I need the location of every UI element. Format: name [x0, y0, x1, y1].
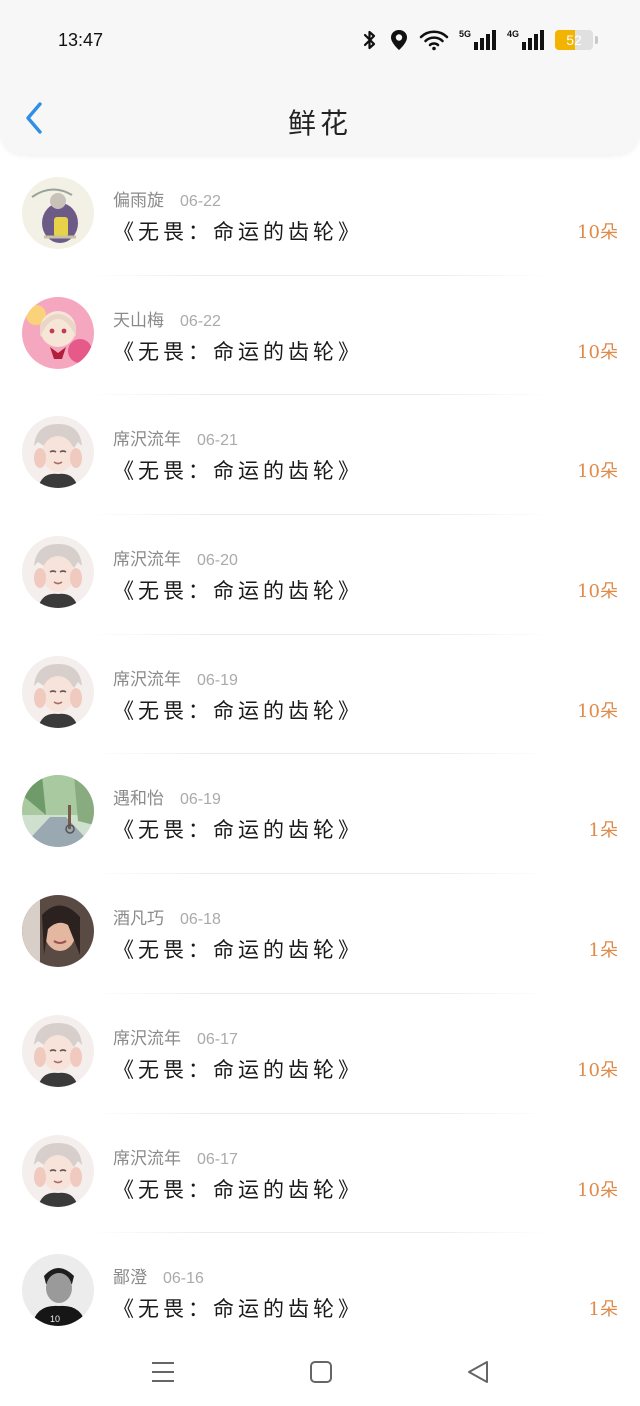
battery-level: 52 [566, 32, 582, 48]
user-name: 席沢流年 06-19 [113, 665, 238, 690]
flower-count: 10朵 [577, 581, 618, 603]
gift-date: 06-20 [197, 552, 238, 570]
avatar[interactable] [22, 895, 94, 968]
gift-title: 《无畏：命运的齿轮》 [113, 818, 363, 843]
user-name-text: 天山梅 [113, 310, 164, 331]
home-button[interactable] [303, 1354, 339, 1390]
flower-count: 10朵 [577, 1059, 618, 1081]
list-item[interactable]: 天山梅 06-22 《无畏：命运的齿轮》 10朵 [0, 276, 640, 396]
flower-count: 10朵 [577, 700, 618, 722]
list-item[interactable]: 席沢流年 06-20 《无畏：命运的齿轮》 10朵 [0, 515, 640, 635]
back-triangle-icon [468, 1361, 488, 1383]
user-name: 席沢流年 06-20 [113, 545, 238, 570]
signal-5g-icon [473, 30, 496, 50]
user-name: 席沢流年 06-17 [113, 1144, 238, 1169]
flower-count: 1朵 [588, 940, 618, 962]
gift-date: 06-17 [197, 1030, 238, 1048]
list-item[interactable]: 遇和怡 06-19 《无畏：命运的齿轮》 1朵 [0, 754, 640, 875]
bluetooth-icon [363, 30, 376, 50]
flower-count: 10朵 [577, 1179, 618, 1201]
avatar[interactable] [22, 775, 94, 848]
avatar[interactable] [22, 1014, 94, 1087]
list-item[interactable]: 席沢流年 06-17 《无畏：命运的齿轮》 10朵 [0, 994, 640, 1114]
user-name-text: 酒凡巧 [113, 909, 164, 930]
network-4g-label: 4G [506, 29, 519, 39]
user-name: 遇和怡 06-19 [113, 784, 221, 809]
avatar[interactable] [22, 536, 94, 609]
list-item[interactable]: 酒凡巧 06-18 《无畏：命运的齿轮》 1朵 [0, 874, 640, 994]
flower-count: 1朵 [588, 820, 618, 842]
flower-count: 10朵 [577, 222, 618, 243]
user-name-text: 鄙澄 [113, 1268, 147, 1289]
user-name: 席沢流年 06-21 [113, 425, 238, 450]
svg-text:10: 10 [50, 1314, 60, 1324]
location-icon [390, 30, 407, 50]
gift-title: 《无畏：命运的齿轮》 [113, 698, 363, 723]
signal-4g-icon [522, 30, 544, 50]
user-name-text: 席沢流年 [113, 1148, 181, 1169]
network-5g-label: 5G [458, 29, 471, 39]
header: 13:47 5G 4G 52 鲜花 [0, 0, 640, 154]
battery-tip [595, 36, 598, 44]
status-icons: 5G 4G 52 [361, 28, 598, 52]
flower-count: 1朵 [588, 1299, 618, 1321]
avatar[interactable] [22, 416, 94, 489]
gift-title: 《无畏：命运的齿轮》 [113, 579, 363, 604]
gift-date: 06-19 [180, 791, 221, 809]
wifi-icon [419, 30, 449, 51]
list-item[interactable]: 席沢流年 06-17 《无畏：命运的齿轮》 10朵 [0, 1114, 640, 1234]
list-item[interactable]: 偏雨旋 06-22 《无畏：命运的齿轮》 10朵 [0, 156, 640, 276]
gift-title: 《无畏：命运的齿轮》 [113, 339, 363, 364]
gift-date: 06-22 [180, 193, 221, 210]
gift-date: 06-22 [180, 312, 221, 330]
system-back-button[interactable] [460, 1354, 496, 1390]
page-title: 鲜花 [287, 107, 352, 140]
user-name: 酒凡巧 06-18 [113, 904, 221, 929]
menu-icon [152, 1362, 174, 1382]
gift-title: 《无畏：命运的齿轮》 [113, 1057, 363, 1082]
avatar[interactable] [22, 1134, 94, 1207]
gift-date: 06-19 [197, 671, 238, 689]
user-name-text: 席沢流年 [113, 430, 181, 451]
user-name: 偏雨旋 06-22 [113, 186, 221, 211]
gift-title: 《无畏：命运的齿轮》 [113, 220, 363, 244]
gift-date: 06-17 [197, 1150, 238, 1168]
user-name-text: 偏雨旋 [113, 191, 164, 211]
gift-title: 《无畏：命运的齿轮》 [113, 938, 363, 963]
flower-count: 10朵 [577, 461, 618, 483]
avatar[interactable]: 10 [22, 1254, 94, 1327]
flower-record-list: 偏雨旋 06-22 《无畏：命运的齿轮》 10朵 天山梅 06-22 《无畏：命运的… [0, 156, 640, 1353]
user-name: 天山梅 06-22 [113, 306, 221, 331]
gift-title: 《无畏：命运的齿轮》 [113, 1177, 363, 1202]
user-name-text: 遇和怡 [113, 789, 164, 810]
screen: 13:47 5G 4G 52 鲜花 偏雨旋 06-22 《无畏：命运的齿轮》 1… [0, 0, 640, 1406]
status-time: 13:47 [58, 30, 104, 50]
user-name-text: 席沢流年 [113, 669, 181, 690]
avatar[interactable] [22, 177, 94, 249]
menu-button[interactable] [145, 1354, 181, 1390]
gift-date: 06-21 [197, 432, 238, 450]
flower-count: 10朵 [577, 341, 618, 363]
avatar[interactable] [22, 655, 94, 728]
gift-date: 06-16 [163, 1270, 204, 1288]
user-name-text: 席沢流年 [113, 550, 181, 571]
gift-title: 《无畏：命运的齿轮》 [113, 459, 363, 484]
user-name-text: 席沢流年 [113, 1028, 181, 1049]
list-item[interactable]: 10 鄙澄 06-16 《无畏：命运的齿轮》 1朵 [0, 1233, 640, 1353]
user-name: 席沢流年 06-17 [113, 1024, 238, 1049]
home-square-icon [310, 1361, 332, 1383]
list-item[interactable]: 席沢流年 06-19 《无畏：命运的齿轮》 10朵 [0, 635, 640, 755]
navigation-bar [0, 1336, 640, 1406]
avatar[interactable] [22, 296, 94, 369]
gift-title: 《无畏：命运的齿轮》 [113, 1297, 363, 1322]
gift-date: 06-18 [180, 911, 221, 929]
battery-icon: 52 [555, 30, 593, 50]
list-item[interactable]: 席沢流年 06-21 《无畏：命运的齿轮》 10朵 [0, 395, 640, 516]
user-name: 鄙澄 06-16 [113, 1263, 204, 1288]
status-bar: 13:47 5G 4G 52 [0, 22, 640, 62]
